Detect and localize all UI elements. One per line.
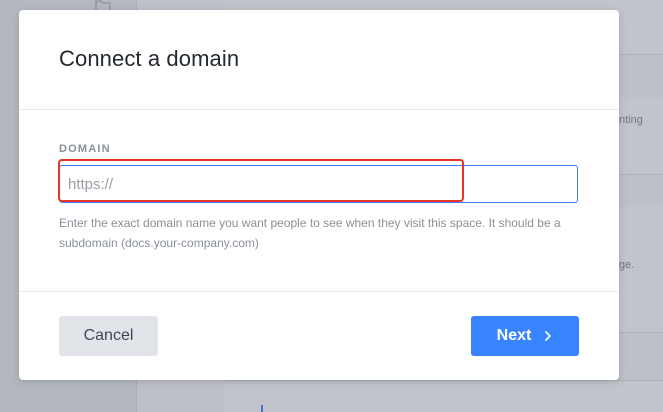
next-button-label: Next xyxy=(496,327,532,344)
cancel-button[interactable]: Cancel xyxy=(59,316,158,356)
background-card xyxy=(225,380,663,412)
domain-help-text: Enter the exact domain name you want peo… xyxy=(59,216,561,250)
chevron-right-icon xyxy=(545,331,552,341)
domain-field-label: DOMAIN xyxy=(59,143,111,155)
connect-domain-modal: Connect a domain DOMAIN Enter the exact … xyxy=(19,10,619,380)
folder-icon xyxy=(95,0,111,10)
background-text: ge. xyxy=(619,259,635,271)
modal-header: Connect a domain xyxy=(19,10,619,110)
modal-title: Connect a domain xyxy=(59,46,240,71)
next-button[interactable]: Next xyxy=(471,316,579,356)
domain-input[interactable] xyxy=(59,165,578,203)
background-text: nting xyxy=(619,114,643,126)
background-cursor xyxy=(261,405,263,412)
